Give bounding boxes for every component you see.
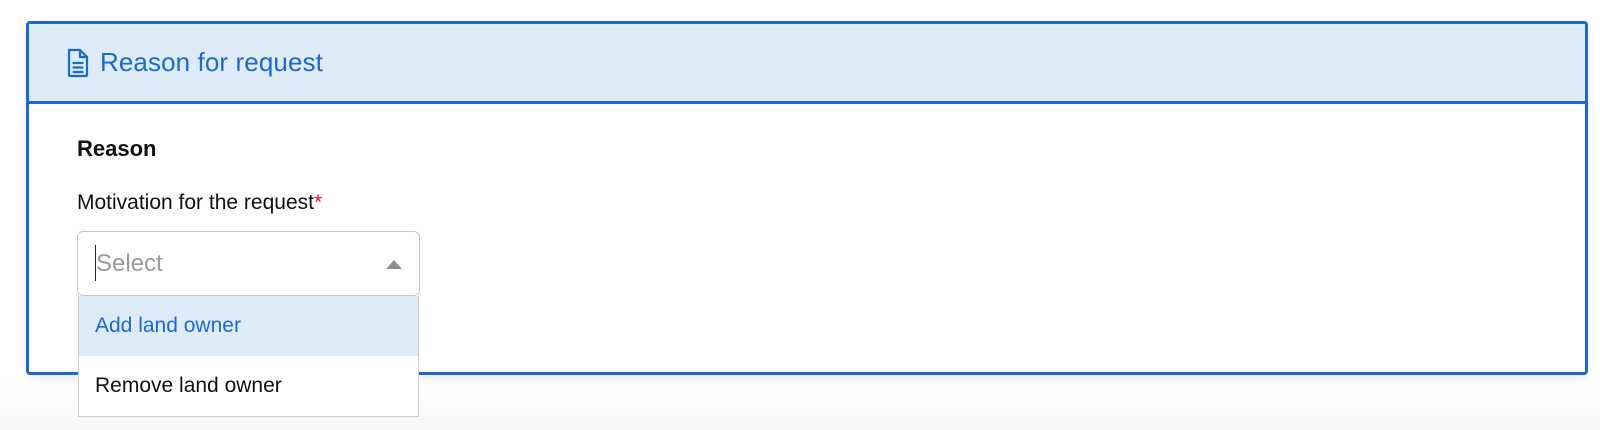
- option-label: Remove land owner: [95, 374, 282, 397]
- field-label-text: Motivation for the request: [77, 191, 314, 214]
- option-label: Add land owner: [95, 314, 241, 337]
- option-remove-land-owner[interactable]: Remove land owner: [79, 356, 418, 416]
- document-icon: [66, 48, 90, 78]
- page: Reason for request Reason Motivation for…: [0, 0, 1600, 430]
- chevron-up-icon[interactable]: [386, 260, 402, 269]
- required-mark: *: [313, 191, 323, 214]
- panel-header: Reason for request: [29, 24, 1585, 104]
- section-heading: Reason: [77, 136, 157, 161]
- motivation-select[interactable]: Select: [77, 231, 420, 296]
- panel-title: Reason for request: [100, 47, 323, 77]
- option-add-land-owner[interactable]: Add land owner: [79, 296, 418, 356]
- field-label: Motivation for the request*: [77, 191, 322, 215]
- select-dropdown-menu: Add land owner Remove land owner: [78, 296, 419, 417]
- select-placeholder: Select: [96, 250, 163, 277]
